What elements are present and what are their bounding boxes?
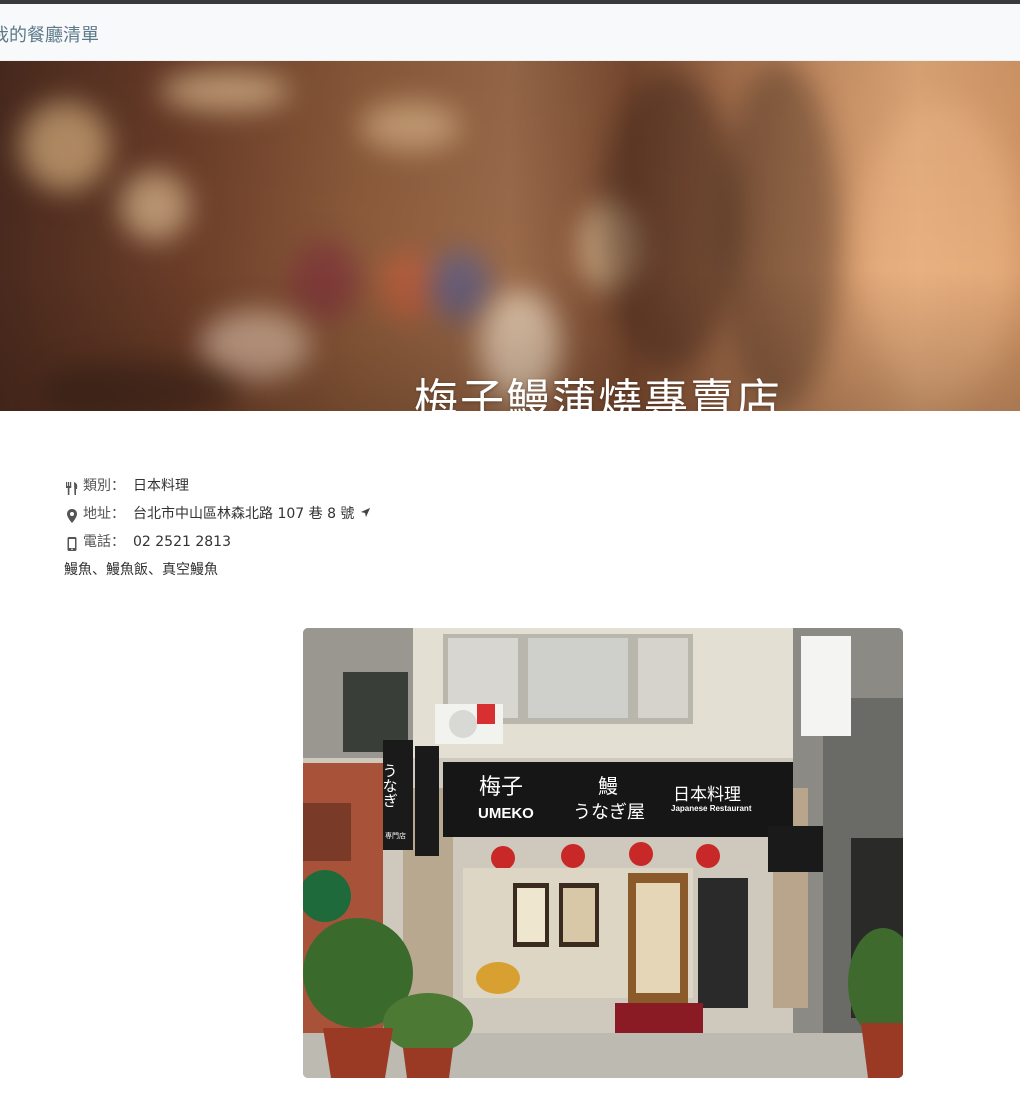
sign-main-name: 梅子 <box>479 774 523 799</box>
location-arrow-icon[interactable] <box>360 500 371 528</box>
hero-banner: 梅子鰻蒲燒專賣店 <box>0 61 1020 411</box>
sign-main-name-en: UMEKO <box>478 805 534 822</box>
phone-row: 電話： 02 2521 2813 <box>64 528 371 556</box>
address-row: 地址： 台北市中山區林森北路 107 巷 8 號 <box>64 500 371 528</box>
utensils-icon <box>64 478 80 495</box>
sign-side-small: 専門店 <box>385 831 406 840</box>
hero-overlay <box>0 61 1020 411</box>
category-row: 類別： 日本料理 <box>64 472 371 500</box>
navbar-brand[interactable]: 我的餐廳清單 <box>0 21 99 47</box>
address-label: 地址： <box>83 506 125 522</box>
restaurant-description: 鰻魚、鰻魚飯、真空鰻魚 <box>64 562 218 578</box>
restaurant-photo: 梅子 UMEKO 鰻 うなぎ屋 日本料理 Japanese Restaurant… <box>303 628 903 1078</box>
map-marker-icon <box>64 506 80 523</box>
mobile-phone-icon <box>64 534 80 551</box>
sign-unagiya: うなぎ屋 <box>573 802 645 822</box>
address-value[interactable]: 台北市中山區林森北路 107 巷 8 號 <box>133 500 354 528</box>
category-label: 類別： <box>83 478 125 494</box>
restaurant-info: 類別： 日本料理 地址： 台北市中山區林森北路 107 巷 8 號 電話： 02… <box>64 472 371 584</box>
sign-cuisine: 日本料理 <box>673 785 741 804</box>
category-value: 日本料理 <box>133 478 189 494</box>
restaurant-name: 梅子鰻蒲燒專賣店 <box>414 375 782 411</box>
phone-label: 電話： <box>83 534 125 550</box>
phone-value[interactable]: 02 2521 2813 <box>133 528 231 556</box>
description-row: 鰻魚、鰻魚飯、真空鰻魚 <box>64 556 371 584</box>
sign-cuisine-en: Japanese Restaurant <box>671 804 752 813</box>
sign-eel: 鰻 <box>598 775 618 798</box>
navbar: 我的餐廳清單 <box>0 4 1020 61</box>
sign-side: うなぎ <box>381 763 398 808</box>
